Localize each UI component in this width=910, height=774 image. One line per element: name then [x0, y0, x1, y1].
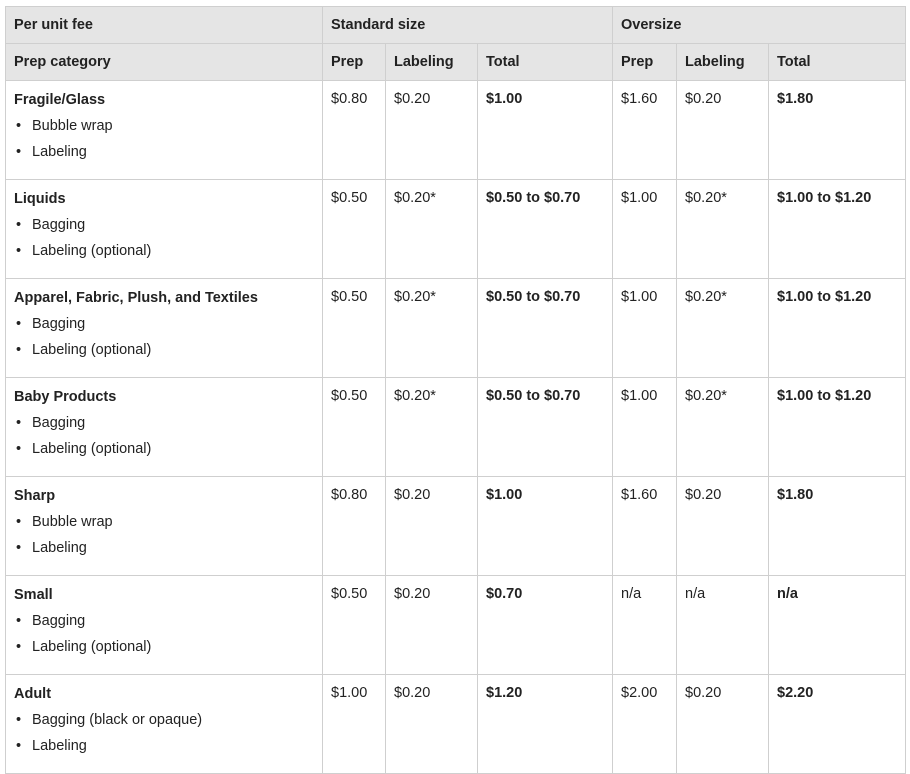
list-item: Labeling (optional) [14, 337, 314, 363]
standard-labeling-cell: $0.20 [385, 575, 478, 675]
standard-labeling-cell: $0.20* [385, 377, 478, 477]
oversize-prep-cell: $1.00 [612, 179, 677, 279]
oversize-total-cell: $1.80 [767, 476, 907, 576]
oversize-total-cell: n/a [767, 575, 907, 675]
header-row-groups: Per unit fee Standard size Oversize [5, 6, 907, 44]
category-cell: Adult Bagging (black or opaque) Labeling [5, 674, 323, 774]
standard-labeling-cell: $0.20 [385, 476, 478, 576]
oversize-labeling-cell: n/a [676, 575, 769, 675]
oversize-labeling-cell: $0.20 [676, 674, 769, 774]
standard-total-header: Total [477, 43, 613, 81]
category-cell: Sharp Bubble wrap Labeling [5, 476, 323, 576]
oversize-labeling-cell: $0.20 [676, 80, 769, 180]
table-row: Sharp Bubble wrap Labeling $0.80 $0.20 $… [5, 476, 907, 576]
standard-prep-cell: $0.50 [322, 278, 386, 378]
prep-fee-table: Per unit fee Standard size Oversize Prep… [5, 6, 907, 774]
standard-labeling-header: Labeling [385, 43, 478, 81]
prep-items-list: Bagging Labeling (optional) [14, 410, 314, 462]
oversize-prep-cell: $1.00 [612, 278, 677, 378]
oversize-prep-cell: $1.00 [612, 377, 677, 477]
prep-items-list: Bagging Labeling (optional) [14, 311, 314, 363]
per-unit-fee-header: Per unit fee [5, 6, 323, 44]
list-item: Labeling [14, 535, 314, 561]
standard-total-cell: $0.70 [477, 575, 613, 675]
standard-total-cell: $1.00 [477, 476, 613, 576]
table-row: Adult Bagging (black or opaque) Labeling… [5, 674, 907, 774]
standard-total-cell: $1.00 [477, 80, 613, 180]
category-name: Sharp [14, 488, 56, 504]
oversize-prep-cell: $2.00 [612, 674, 677, 774]
list-item: Labeling (optional) [14, 238, 314, 264]
category-name: Adult [14, 686, 52, 702]
oversize-total-cell: $2.20 [767, 674, 907, 774]
oversize-prep-header: Prep [612, 43, 677, 81]
standard-total-cell: $0.50 to $0.70 [477, 179, 613, 279]
list-item: Bagging [14, 410, 314, 436]
standard-prep-cell: $0.80 [322, 80, 386, 180]
category-cell: Small Bagging Labeling (optional) [5, 575, 323, 675]
list-item: Bagging [14, 311, 314, 337]
prep-items-list: Bagging Labeling (optional) [14, 608, 314, 660]
oversize-labeling-header: Labeling [676, 43, 769, 81]
category-name: Fragile/Glass [14, 92, 106, 108]
list-item: Bagging [14, 212, 314, 238]
standard-prep-cell: $0.50 [322, 575, 386, 675]
prep-items-list: Bagging (black or opaque) Labeling [14, 707, 314, 759]
prep-items-list: Bubble wrap Labeling [14, 113, 314, 165]
oversize-prep-cell: $1.60 [612, 476, 677, 576]
list-item: Labeling (optional) [14, 436, 314, 462]
standard-size-header: Standard size [322, 6, 613, 44]
oversize-total-header: Total [767, 43, 907, 81]
category-name: Apparel, Fabric, Plush, and Textiles [14, 290, 258, 306]
oversize-total-cell: $1.80 [767, 80, 907, 180]
table-row: Apparel, Fabric, Plush, and Textiles Bag… [5, 278, 907, 378]
category-name: Small [14, 587, 53, 603]
oversize-prep-cell: $1.60 [612, 80, 677, 180]
table-row: Baby Products Bagging Labeling (optional… [5, 377, 907, 477]
category-cell: Fragile/Glass Bubble wrap Labeling [5, 80, 323, 180]
standard-prep-header: Prep [322, 43, 386, 81]
list-item: Bagging (black or opaque) [14, 707, 314, 733]
standard-total-cell: $0.50 to $0.70 [477, 278, 613, 378]
prep-items-list: Bagging Labeling (optional) [14, 212, 314, 264]
category-cell: Liquids Bagging Labeling (optional) [5, 179, 323, 279]
list-item: Labeling [14, 733, 314, 759]
table-row: Fragile/Glass Bubble wrap Labeling $0.80… [5, 80, 907, 180]
category-name: Liquids [14, 191, 66, 207]
prep-items-list: Bubble wrap Labeling [14, 509, 314, 561]
oversize-labeling-cell: $0.20* [676, 179, 769, 279]
standard-prep-cell: $0.50 [322, 179, 386, 279]
standard-labeling-cell: $0.20 [385, 80, 478, 180]
standard-prep-cell: $0.80 [322, 476, 386, 576]
list-item: Bubble wrap [14, 113, 314, 139]
oversize-prep-cell: n/a [612, 575, 677, 675]
list-item: Labeling (optional) [14, 634, 314, 660]
category-cell: Apparel, Fabric, Plush, and Textiles Bag… [5, 278, 323, 378]
prep-category-header: Prep category [5, 43, 323, 81]
list-item: Bagging [14, 608, 314, 634]
category-cell: Baby Products Bagging Labeling (optional… [5, 377, 323, 477]
table-row: Small Bagging Labeling (optional) $0.50 … [5, 575, 907, 675]
list-item: Bubble wrap [14, 509, 314, 535]
standard-prep-cell: $1.00 [322, 674, 386, 774]
standard-prep-cell: $0.50 [322, 377, 386, 477]
standard-total-cell: $1.20 [477, 674, 613, 774]
standard-labeling-cell: $0.20 [385, 674, 478, 774]
header-row-columns: Prep category Prep Labeling Total Prep L… [5, 43, 907, 81]
oversize-labeling-cell: $0.20* [676, 377, 769, 477]
category-name: Baby Products [14, 389, 117, 405]
oversize-total-cell: $1.00 to $1.20 [767, 278, 907, 378]
list-item: Labeling [14, 139, 314, 165]
oversize-total-cell: $1.00 to $1.20 [767, 179, 907, 279]
oversize-labeling-cell: $0.20 [676, 476, 769, 576]
table-row: Liquids Bagging Labeling (optional) $0.5… [5, 179, 907, 279]
standard-labeling-cell: $0.20* [385, 278, 478, 378]
oversize-labeling-cell: $0.20* [676, 278, 769, 378]
oversize-total-cell: $1.00 to $1.20 [767, 377, 907, 477]
oversize-header: Oversize [611, 6, 907, 44]
standard-total-cell: $0.50 to $0.70 [477, 377, 613, 477]
standard-labeling-cell: $0.20* [385, 179, 478, 279]
